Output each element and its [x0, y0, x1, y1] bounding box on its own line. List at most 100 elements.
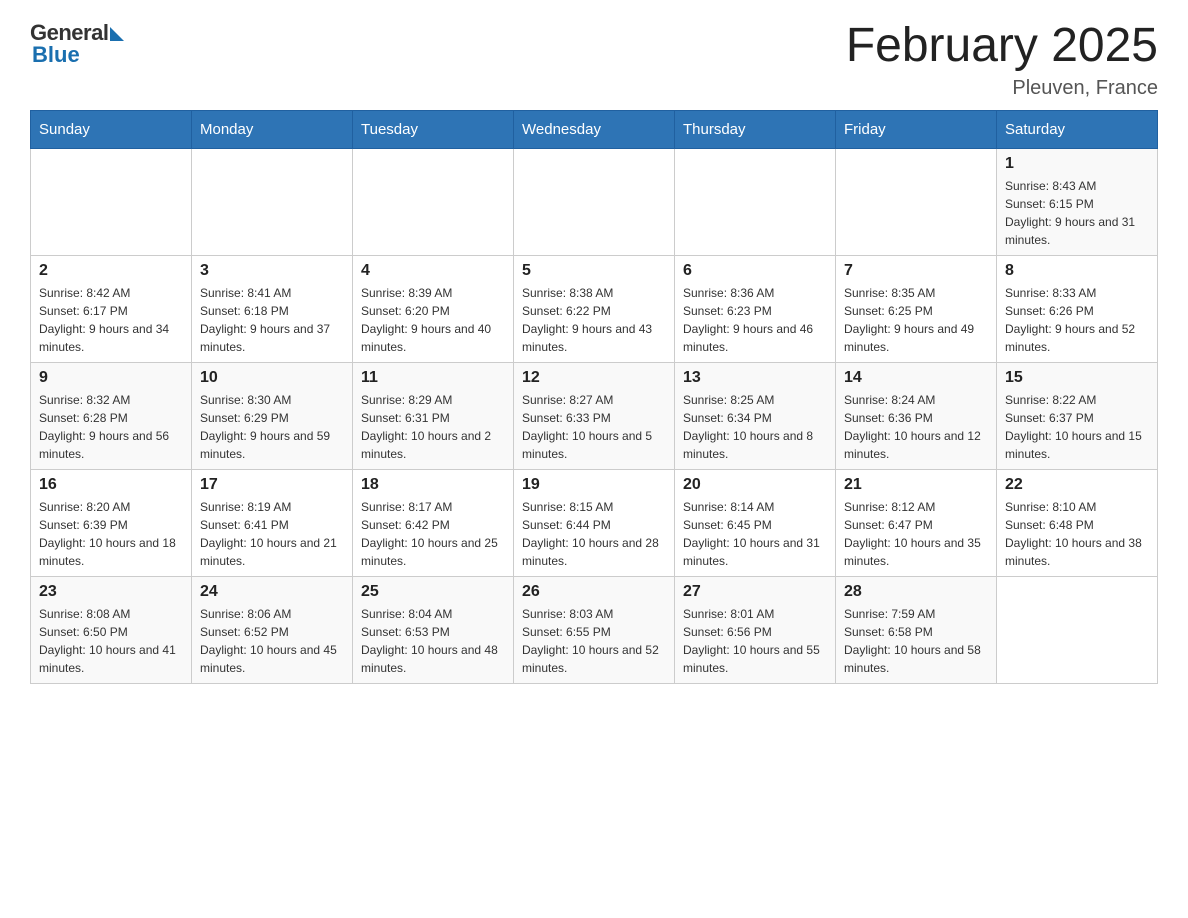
day-number: 24 [200, 583, 344, 601]
calendar-cell: 7 Sunrise: 8:35 AMSunset: 6:25 PMDaylight… [836, 255, 997, 362]
day-info: Sunrise: 8:38 AMSunset: 6:22 PMDaylight:… [522, 284, 666, 356]
calendar-week-row: 2 Sunrise: 8:42 AMSunset: 6:17 PMDaylight… [31, 255, 1158, 362]
calendar-week-row: 23Sunrise: 8:08 AMSunset: 6:50 PMDayligh… [31, 576, 1158, 683]
page-subtitle: Pleuven, France [846, 77, 1158, 100]
calendar-cell: 28 Sunrise: 7:59 AMSunset: 6:58 PMDayligh… [836, 576, 997, 683]
calendar-cell: 4Sunrise: 8:39 AMSunset: 6:20 PMDaylight… [353, 255, 514, 362]
day-number: 10 [200, 369, 344, 387]
day-info: Sunrise: 8:15 AMSunset: 6:44 PMDaylight:… [522, 498, 666, 570]
calendar-cell: 9 Sunrise: 8:32 AMSunset: 6:28 PMDaylight… [31, 362, 192, 469]
day-info: Sunrise: 8:06 AMSunset: 6:52 PMDaylight:… [200, 605, 344, 677]
day-number: 5 [522, 262, 666, 280]
day-info: Sunrise: 8:20 AMSunset: 6:39 PMDaylight:… [39, 498, 183, 570]
day-number: 28 [844, 583, 988, 601]
day-number: 13 [683, 369, 827, 387]
day-info: Sunrise: 8:32 AMSunset: 6:28 PMDaylight:… [39, 391, 183, 463]
calendar-cell: 1 Sunrise: 8:43 AMSunset: 6:15 PMDaylight… [997, 148, 1158, 255]
calendar-cell [353, 148, 514, 255]
calendar-cell: 25 Sunrise: 8:04 AMSunset: 6:53 PMDayligh… [353, 576, 514, 683]
logo: General Blue [30, 20, 124, 68]
day-number: 18 [361, 476, 505, 494]
day-number: 15 [1005, 369, 1149, 387]
day-info: Sunrise: 8:19 AMSunset: 6:41 PMDaylight:… [200, 498, 344, 570]
logo-blue-text: Blue [30, 42, 80, 68]
day-number: 9 [39, 369, 183, 387]
calendar-cell [514, 148, 675, 255]
day-number: 27 [683, 583, 827, 601]
calendar-body: 1 Sunrise: 8:43 AMSunset: 6:15 PMDaylight… [31, 148, 1158, 683]
day-number: 7 [844, 262, 988, 280]
logo-arrow-icon [110, 27, 124, 41]
calendar-cell: 3 Sunrise: 8:41 AMSunset: 6:18 PMDaylight… [192, 255, 353, 362]
calendar-cell: 8 Sunrise: 8:33 AMSunset: 6:26 PMDaylight… [997, 255, 1158, 362]
calendar-cell: 17 Sunrise: 8:19 AMSunset: 6:41 PMDayligh… [192, 469, 353, 576]
calendar-day-header: Saturday [997, 110, 1158, 148]
day-number: 17 [200, 476, 344, 494]
day-info: Sunrise: 8:04 AMSunset: 6:53 PMDaylight:… [361, 605, 505, 677]
day-number: 25 [361, 583, 505, 601]
calendar-cell: 26 Sunrise: 8:03 AMSunset: 6:55 PMDayligh… [514, 576, 675, 683]
calendar-cell: 19Sunrise: 8:15 AMSunset: 6:44 PMDayligh… [514, 469, 675, 576]
calendar-day-header: Tuesday [353, 110, 514, 148]
calendar-cell: 27Sunrise: 8:01 AMSunset: 6:56 PMDayligh… [675, 576, 836, 683]
day-info: Sunrise: 8:03 AMSunset: 6:55 PMDaylight:… [522, 605, 666, 677]
calendar-cell [836, 148, 997, 255]
day-number: 12 [522, 369, 666, 387]
title-section: February 2025 Pleuven, France [846, 20, 1158, 100]
day-number: 2 [39, 262, 183, 280]
calendar-week-row: 9 Sunrise: 8:32 AMSunset: 6:28 PMDaylight… [31, 362, 1158, 469]
calendar-cell: 16 Sunrise: 8:20 AMSunset: 6:39 PMDayligh… [31, 469, 192, 576]
calendar-cell: 24 Sunrise: 8:06 AMSunset: 6:52 PMDayligh… [192, 576, 353, 683]
day-info: Sunrise: 8:36 AMSunset: 6:23 PMDaylight:… [683, 284, 827, 356]
day-number: 22 [1005, 476, 1149, 494]
day-info: Sunrise: 8:29 AMSunset: 6:31 PMDaylight:… [361, 391, 505, 463]
calendar-header-row: SundayMondayTuesdayWednesdayThursdayFrid… [31, 110, 1158, 148]
calendar-table: SundayMondayTuesdayWednesdayThursdayFrid… [30, 110, 1158, 684]
page-header: General Blue February 2025 Pleuven, Fran… [30, 20, 1158, 100]
day-info: Sunrise: 8:41 AMSunset: 6:18 PMDaylight:… [200, 284, 344, 356]
calendar-cell: 5 Sunrise: 8:38 AMSunset: 6:22 PMDaylight… [514, 255, 675, 362]
day-info: Sunrise: 8:27 AMSunset: 6:33 PMDaylight:… [522, 391, 666, 463]
calendar-cell: 23Sunrise: 8:08 AMSunset: 6:50 PMDayligh… [31, 576, 192, 683]
calendar-cell [675, 148, 836, 255]
day-number: 26 [522, 583, 666, 601]
day-number: 1 [1005, 155, 1149, 173]
page-title: February 2025 [846, 20, 1158, 73]
day-info: Sunrise: 8:33 AMSunset: 6:26 PMDaylight:… [1005, 284, 1149, 356]
calendar-cell: 14Sunrise: 8:24 AMSunset: 6:36 PMDayligh… [836, 362, 997, 469]
calendar-day-header: Monday [192, 110, 353, 148]
calendar-day-header: Friday [836, 110, 997, 148]
day-info: Sunrise: 7:59 AMSunset: 6:58 PMDaylight:… [844, 605, 988, 677]
day-number: 6 [683, 262, 827, 280]
day-number: 8 [1005, 262, 1149, 280]
calendar-week-row: 1 Sunrise: 8:43 AMSunset: 6:15 PMDaylight… [31, 148, 1158, 255]
calendar-cell [31, 148, 192, 255]
calendar-cell: 12 Sunrise: 8:27 AMSunset: 6:33 PMDayligh… [514, 362, 675, 469]
calendar-day-header: Wednesday [514, 110, 675, 148]
day-number: 3 [200, 262, 344, 280]
day-info: Sunrise: 8:30 AMSunset: 6:29 PMDaylight:… [200, 391, 344, 463]
day-info: Sunrise: 8:22 AMSunset: 6:37 PMDaylight:… [1005, 391, 1149, 463]
day-info: Sunrise: 8:42 AMSunset: 6:17 PMDaylight:… [39, 284, 183, 356]
calendar-header: SundayMondayTuesdayWednesdayThursdayFrid… [31, 110, 1158, 148]
calendar-cell: 21 Sunrise: 8:12 AMSunset: 6:47 PMDayligh… [836, 469, 997, 576]
day-number: 16 [39, 476, 183, 494]
calendar-cell: 18 Sunrise: 8:17 AMSunset: 6:42 PMDayligh… [353, 469, 514, 576]
calendar-cell: 20Sunrise: 8:14 AMSunset: 6:45 PMDayligh… [675, 469, 836, 576]
calendar-day-header: Thursday [675, 110, 836, 148]
day-info: Sunrise: 8:12 AMSunset: 6:47 PMDaylight:… [844, 498, 988, 570]
day-info: Sunrise: 8:43 AMSunset: 6:15 PMDaylight:… [1005, 177, 1149, 249]
calendar-cell: 10 Sunrise: 8:30 AMSunset: 6:29 PMDayligh… [192, 362, 353, 469]
day-number: 23 [39, 583, 183, 601]
day-info: Sunrise: 8:17 AMSunset: 6:42 PMDaylight:… [361, 498, 505, 570]
calendar-cell: 22 Sunrise: 8:10 AMSunset: 6:48 PMDayligh… [997, 469, 1158, 576]
day-info: Sunrise: 8:35 AMSunset: 6:25 PMDaylight:… [844, 284, 988, 356]
calendar-day-header: Sunday [31, 110, 192, 148]
day-info: Sunrise: 8:14 AMSunset: 6:45 PMDaylight:… [683, 498, 827, 570]
day-number: 21 [844, 476, 988, 494]
day-info: Sunrise: 8:24 AMSunset: 6:36 PMDaylight:… [844, 391, 988, 463]
day-info: Sunrise: 8:10 AMSunset: 6:48 PMDaylight:… [1005, 498, 1149, 570]
calendar-cell: 2 Sunrise: 8:42 AMSunset: 6:17 PMDaylight… [31, 255, 192, 362]
calendar-cell [192, 148, 353, 255]
day-number: 11 [361, 369, 505, 387]
